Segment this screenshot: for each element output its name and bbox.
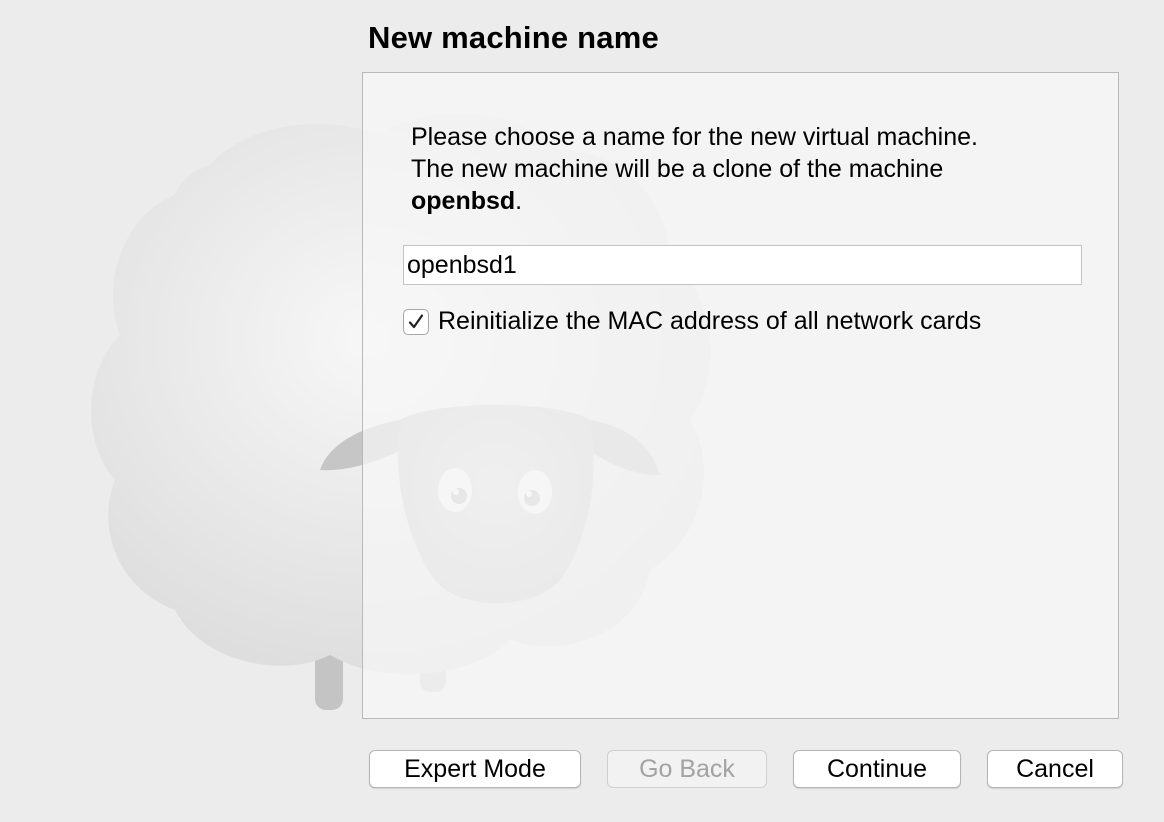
go-back-button[interactable]: Go Back [607, 750, 767, 788]
page-title: New machine name [368, 20, 659, 55]
description-line-2: The new machine will be a clone of the m… [411, 155, 944, 183]
clone-wizard-window: New machine name Please choose a name fo… [0, 0, 1164, 822]
expert-mode-button[interactable]: Expert Mode [369, 750, 581, 788]
machine-name-input[interactable] [403, 245, 1082, 285]
source-machine-name: openbsd [411, 187, 516, 215]
description-line-3: openbsd. [411, 185, 1071, 217]
description-text: Please choose a name for the new virtual… [411, 121, 1071, 217]
checkmark-icon [408, 313, 424, 328]
description-line-1: Please choose a name for the new virtual… [411, 123, 978, 151]
mac-reinit-option[interactable]: Reinitialize the MAC address of all netw… [403, 307, 981, 336]
content-panel: Please choose a name for the new virtual… [362, 72, 1119, 719]
mac-reinit-label: Reinitialize the MAC address of all netw… [438, 307, 982, 335]
cancel-button[interactable]: Cancel [987, 750, 1123, 788]
continue-button[interactable]: Continue [793, 750, 961, 788]
description-suffix: . [515, 187, 523, 215]
mac-reinit-checkbox[interactable] [403, 308, 429, 335]
